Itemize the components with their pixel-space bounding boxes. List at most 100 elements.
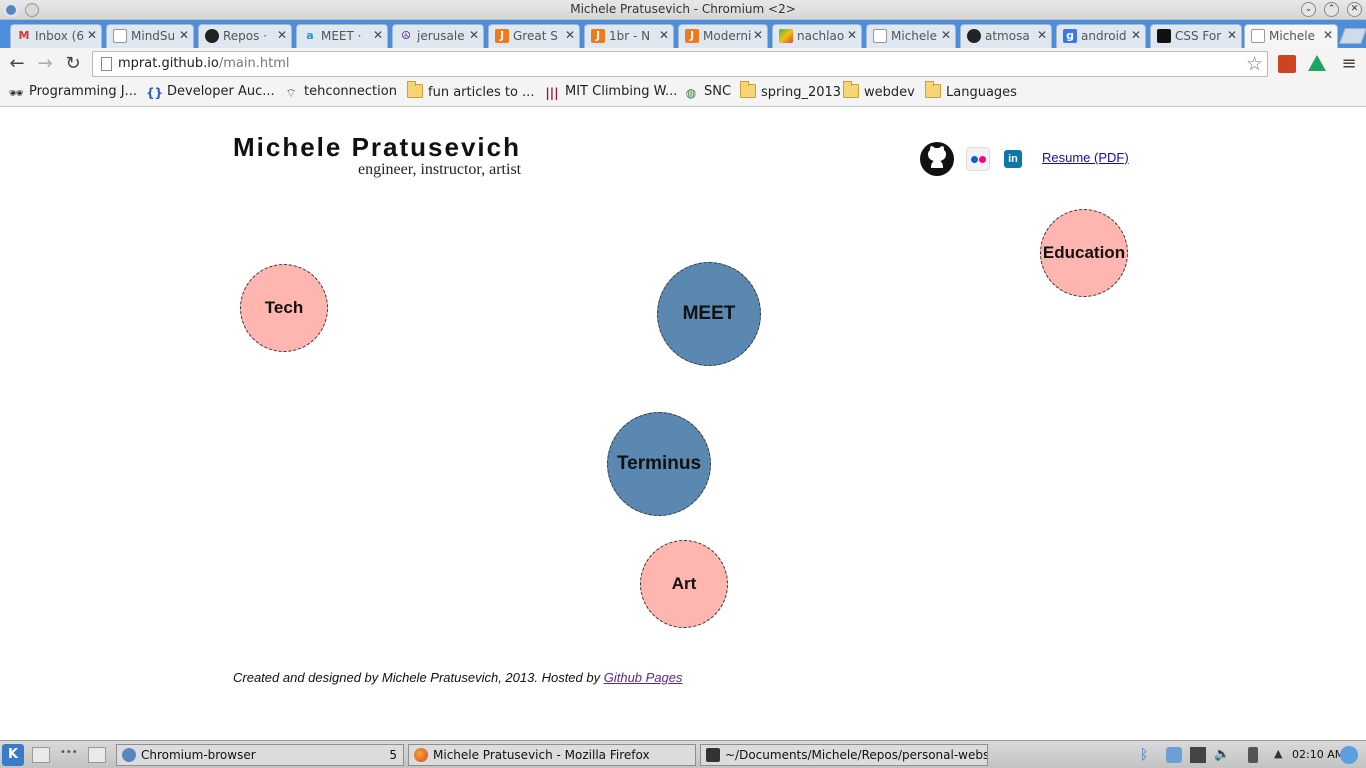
close-window-button[interactable]: ✕ [1347, 2, 1362, 17]
tab-nachlaot[interactable]: nachlao ✕ [772, 24, 862, 48]
tab-repos[interactable]: Repos · ✕ [198, 24, 292, 48]
tab-mindsu[interactable]: MindSu ✕ [106, 24, 194, 48]
tab-atmosa[interactable]: atmosa ✕ [960, 24, 1052, 48]
bookmark-developer[interactable]: {} Developer Auc... [146, 84, 275, 102]
task-count: 5 [389, 748, 397, 762]
bookmark-spring-2013[interactable]: spring_2013 [740, 81, 842, 102]
tab-great[interactable]: J Great S ✕ [488, 24, 580, 48]
bookmark-webdev[interactable]: webdev [843, 81, 915, 102]
google-icon: g [1063, 29, 1077, 43]
bookmark-label: SNC [704, 84, 732, 99]
close-tab-icon[interactable]: ✕ [87, 28, 97, 42]
forward-arrow-icon[interactable]: → [34, 53, 56, 75]
tab-label: Michele [1269, 29, 1315, 43]
bubble-terminus[interactable]: Terminus [607, 412, 711, 516]
tab-michele-active[interactable]: Michele ✕ [1244, 24, 1338, 49]
bubble-education[interactable]: Education [1040, 209, 1128, 297]
close-tab-icon[interactable]: ✕ [1323, 28, 1333, 42]
bubble-art[interactable]: Art [640, 540, 728, 628]
browser-toolbar: ← → ↻ mprat.github.io/main.html ☆ ≡ [0, 48, 1366, 80]
tab-meet[interactable]: a MEET · ✕ [296, 24, 388, 48]
bookmark-star-icon[interactable]: ☆ [1246, 53, 1263, 75]
linkedin-icon[interactable]: in [1004, 150, 1022, 168]
activities-icon[interactable]: ••• [60, 747, 78, 763]
bookmark-mit-climbing[interactable]: ||| MIT Climbing W... [544, 84, 677, 102]
globe-icon: ◍ [685, 86, 697, 100]
tab-label: Moderni [703, 29, 751, 43]
close-tab-icon[interactable]: ✕ [847, 28, 857, 42]
tab-modern[interactable]: J Moderni ✕ [678, 24, 768, 48]
bookmark-programming[interactable]: 🕶 Programming J... [8, 84, 137, 102]
desktop-pager-icon[interactable] [88, 747, 106, 763]
close-tab-icon[interactable]: ✕ [469, 28, 479, 42]
close-tab-icon[interactable]: ✕ [659, 28, 669, 42]
bookmark-tehconnection[interactable]: ⌔ tehconnection [283, 84, 397, 102]
bubble-tech[interactable]: Tech [240, 264, 328, 352]
network-icon[interactable] [1190, 747, 1206, 763]
bookmark-fun-articles[interactable]: fun articles to ... [407, 81, 534, 102]
close-tab-icon[interactable]: ✕ [373, 28, 383, 42]
tab-label: jerusale [417, 29, 465, 43]
github-icon[interactable] [920, 142, 954, 176]
tab-1br[interactable]: J 1br - N ✕ [584, 24, 674, 48]
maps-icon [779, 29, 793, 43]
tab-jerusalem[interactable]: ☮ jerusale ✕ [392, 24, 484, 48]
mit-icon: ||| [545, 86, 559, 100]
tab-label: Great S [513, 29, 558, 43]
jira-icon: J [591, 29, 605, 43]
new-tab-button[interactable] [1339, 28, 1366, 44]
wifi-icon: ⌔ [285, 86, 297, 100]
folder-icon [925, 81, 941, 98]
close-tab-icon[interactable]: ✕ [179, 28, 189, 42]
kde-menu-icon[interactable]: K [2, 744, 24, 766]
site-footer: Created and designed by Michele Pratusev… [233, 670, 683, 685]
resume-link[interactable]: Resume (PDF) [1042, 150, 1129, 165]
minimize-button[interactable]: ⌄ [1301, 2, 1316, 17]
google-drive-icon[interactable] [1308, 55, 1326, 71]
close-tab-icon[interactable]: ✕ [1131, 28, 1141, 42]
bookmark-label: MIT Climbing W... [565, 84, 678, 99]
menu-icon[interactable]: ≡ [1338, 53, 1360, 75]
task-firefox[interactable]: Michele Pratusevich - Mozilla Firefox [408, 744, 696, 766]
taskbar: K ••• Chromium-browser 5 Michele Pratuse… [0, 740, 1366, 768]
bookmark-languages[interactable]: Languages [925, 81, 1017, 102]
url-text[interactable]: mprat.github.io/main.html [118, 56, 289, 71]
bubble-meet[interactable]: MEET [657, 262, 761, 366]
close-tab-icon[interactable]: ✕ [941, 28, 951, 42]
extension-icon[interactable] [1278, 55, 1296, 73]
tab-label: Michele [891, 29, 937, 43]
bookmark-label: Programming J... [29, 84, 137, 99]
close-tab-icon[interactable]: ✕ [1227, 28, 1237, 42]
dropbox-icon[interactable] [1166, 747, 1182, 763]
reload-icon[interactable]: ↻ [62, 53, 84, 75]
address-bar[interactable]: mprat.github.io/main.html ☆ [92, 51, 1268, 77]
github-pages-link[interactable]: Github Pages [604, 670, 683, 685]
bookmark-snc[interactable]: ◍ SNC [683, 84, 731, 102]
tab-android[interactable]: g android ✕ [1056, 24, 1146, 48]
clipboard-icon[interactable] [32, 747, 50, 763]
close-tab-icon[interactable]: ✕ [753, 28, 763, 42]
close-tab-icon[interactable]: ✕ [565, 28, 575, 42]
tab-inbox[interactable]: M Inbox (6 ✕ [10, 24, 102, 48]
tab-michele-1[interactable]: Michele ✕ [866, 24, 956, 48]
close-tab-icon[interactable]: ✕ [277, 28, 287, 42]
flickr-icon[interactable] [966, 147, 990, 171]
tray-expand-icon[interactable]: ▲ [1274, 747, 1290, 763]
battery-icon[interactable] [1248, 747, 1258, 763]
bookmark-label: tehconnection [304, 84, 397, 99]
tab-label: atmosa [985, 29, 1030, 43]
volume-icon[interactable]: 🔈 [1214, 747, 1230, 763]
tab-label: nachlao [797, 29, 845, 43]
bookmark-label: spring_2013 [761, 85, 842, 100]
bluetooth-icon[interactable]: ᛒ [1140, 747, 1156, 763]
braces-icon: {} [146, 86, 164, 100]
footer-text: Created and designed by Michele Pratusev… [233, 670, 604, 685]
task-terminal[interactable]: ~/Documents/Michele/Repos/personal-websi… [700, 744, 988, 766]
task-chromium[interactable]: Chromium-browser 5 [116, 744, 404, 766]
tab-css[interactable]: CSS For ✕ [1150, 24, 1242, 48]
notifications-icon[interactable] [1340, 746, 1358, 764]
maximize-button[interactable]: ⌃ [1324, 2, 1339, 17]
back-arrow-icon[interactable]: ← [6, 53, 28, 75]
close-tab-icon[interactable]: ✕ [1037, 28, 1047, 42]
clock[interactable]: 02:10 AM [1292, 748, 1344, 761]
